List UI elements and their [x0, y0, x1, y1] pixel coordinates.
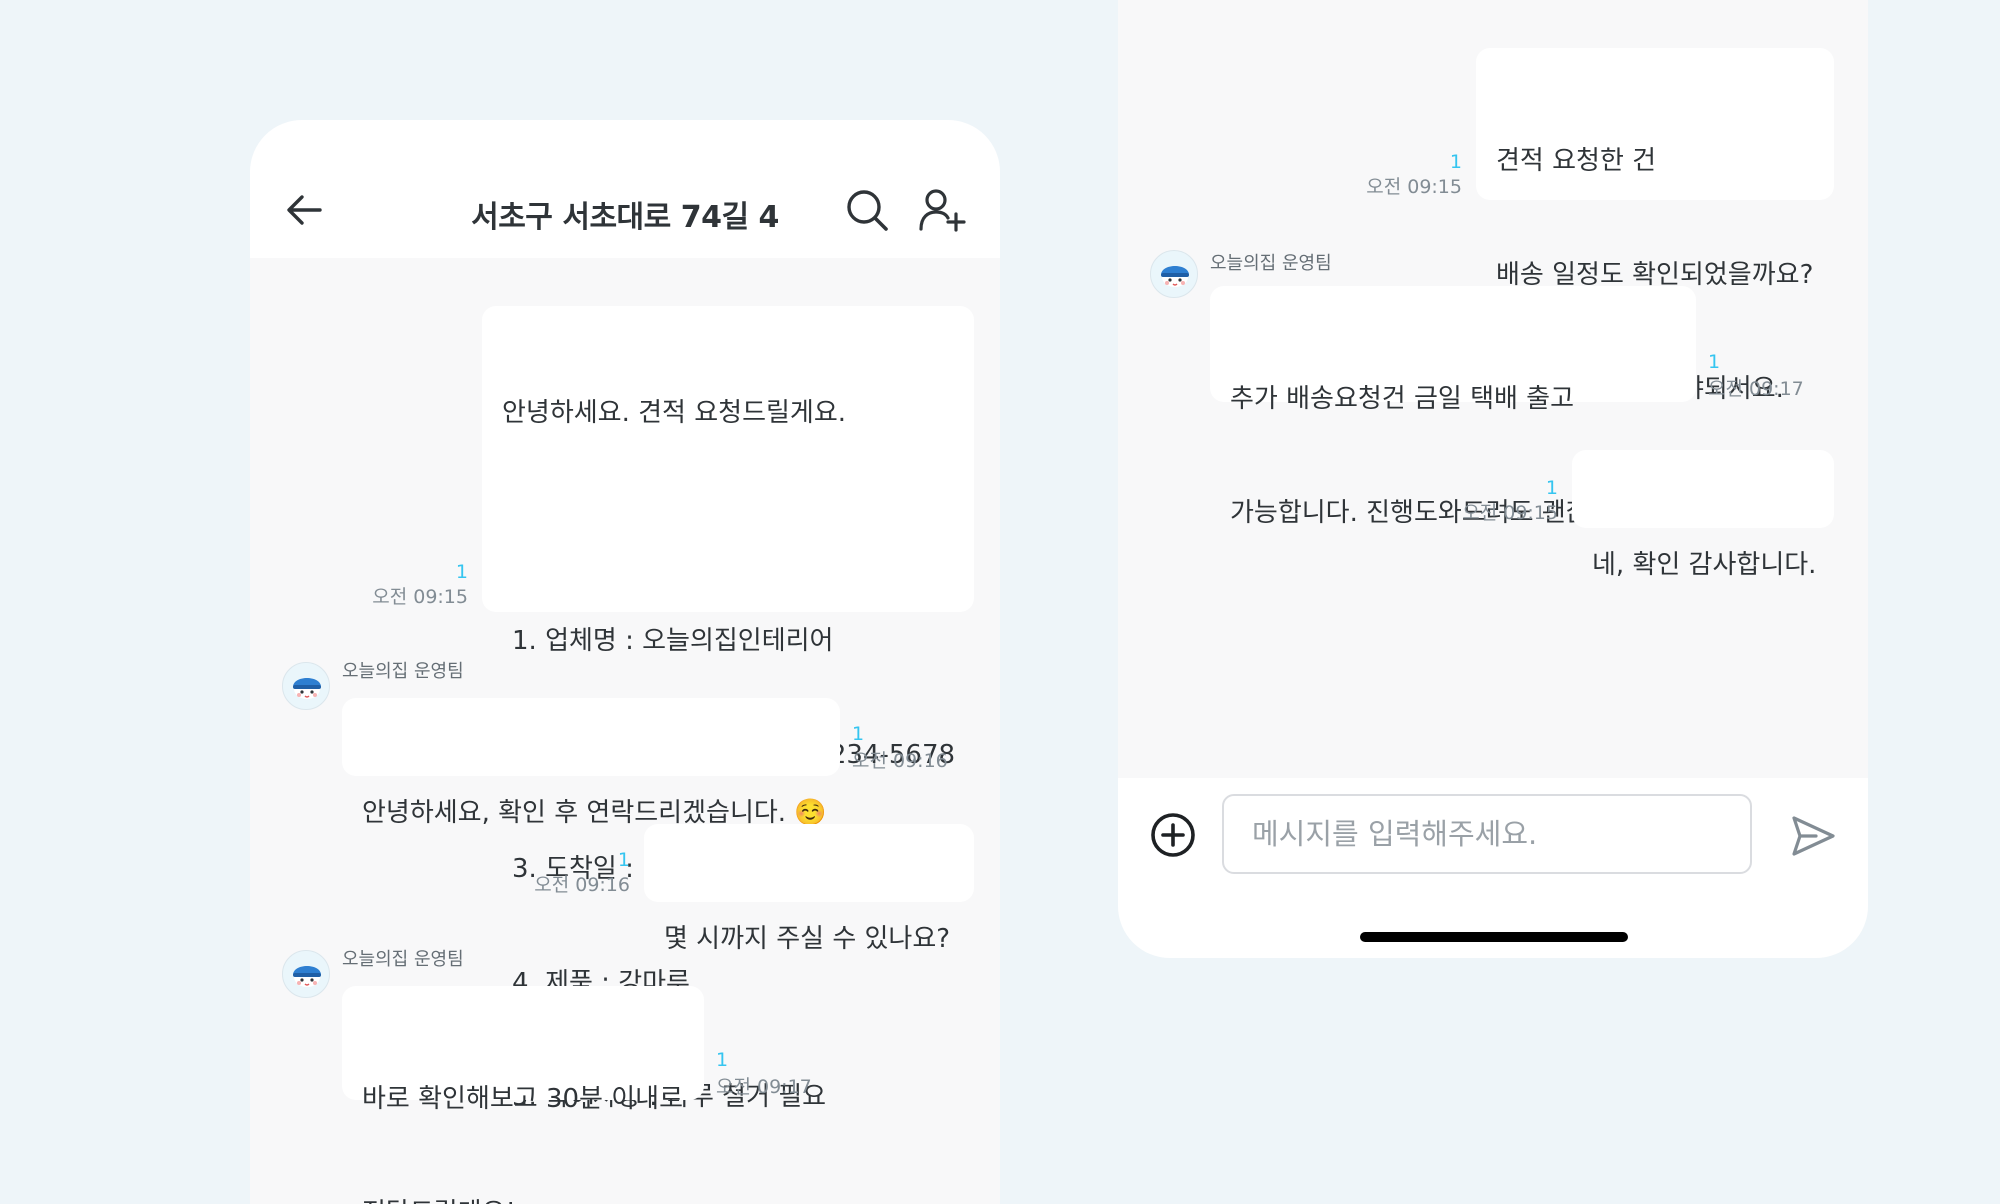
message-timestamp: 오전 09:15	[1366, 176, 1462, 198]
operator-avatar-icon	[293, 678, 321, 699]
read-count: 1	[1708, 351, 1721, 373]
plus-circle-icon[interactable]	[1150, 812, 1196, 858]
message-line: 1. 업체명 : 오늘의집인테리어	[512, 626, 834, 656]
message-timestamp: 오전 09:15	[1462, 502, 1558, 524]
read-count: 1	[852, 723, 865, 745]
message-line: 바로 확인해보고 30분 이내로	[362, 1084, 683, 1114]
search-icon[interactable]	[845, 188, 889, 232]
read-count: 1	[455, 561, 468, 583]
message-line: 견적 요청한 건	[1496, 146, 1657, 176]
message-bubble-received: 추가 배송요청건 금일 택배 출고 가능합니다. 진행도와드려도 괜찮을까요?	[1210, 286, 1696, 528]
message-bubble-sent: 몇 시까지 주실 수 있나요?	[644, 824, 974, 954]
message-composer	[1118, 778, 1868, 958]
read-count: 1	[1545, 477, 1558, 499]
avatar	[282, 662, 330, 710]
avatar	[282, 950, 330, 998]
home-indicator	[1360, 932, 1628, 942]
message-bubble-sent: 안녕하세요. 견적 요청드릴게요. 1. 업체명 : 오늘의집인테리어 2. 현…	[482, 306, 974, 1112]
message-line: 전달드릴게요!	[362, 1194, 684, 1204]
message-timestamp: 오전 09:15	[372, 586, 468, 608]
message-bubble-sent: 네, 확인 감사합니다.	[1572, 450, 1834, 580]
message-timestamp: 오전 09:16	[852, 750, 948, 772]
message-line: 몇 시까지 주실 수 있나요?	[664, 924, 951, 954]
sender-name: 오늘의집 운영팀	[1210, 253, 1332, 274]
message-input[interactable]	[1222, 794, 1752, 874]
sender-name: 오늘의집 운영팀	[342, 661, 464, 682]
read-count: 1	[1449, 151, 1462, 173]
read-count: 1	[716, 1049, 729, 1071]
operator-avatar-icon	[1161, 266, 1189, 287]
send-icon[interactable]	[1790, 814, 1836, 858]
message-timestamp: 오전 09:16	[534, 874, 630, 896]
message-bubble-received: 안녕하세요, 확인 후 연락드리겠습니다. ☺️	[342, 698, 840, 828]
message-timestamp: 오전 09:17	[1708, 378, 1804, 400]
message-line	[502, 508, 954, 546]
sender-name: 오늘의집 운영팀	[342, 949, 464, 970]
message-bubble-sent: 견적 요청한 건 배송 일정도 확인되었을까요? 오늘 바로 받아봐야되서요.	[1476, 48, 1834, 404]
chat-screen-left: 서초구 서초대로 74길 4 안녕하세요. 견적 요청드릴게요. 1. 업체명 …	[250, 120, 1000, 1204]
message-line: 추가 배송요청건 금일 택배 출고	[1230, 384, 1575, 414]
message-timestamp: 오전 09:17	[716, 1076, 812, 1098]
chat-header: 서초구 서초대로 74길 4	[250, 120, 1000, 258]
read-count: 1	[617, 849, 630, 871]
message-bubble-received: 바로 확인해보고 30분 이내로 전달드릴게요!	[342, 986, 704, 1204]
operator-avatar-icon	[293, 966, 321, 987]
avatar	[1150, 250, 1198, 298]
message-line: 안녕하세요. 견적 요청드릴게요.	[502, 398, 847, 428]
chat-screen-right: 견적 요청한 건 배송 일정도 확인되었을까요? 오늘 바로 받아봐야되서요. …	[1118, 0, 1868, 958]
message-line: 네, 확인 감사합니다.	[1592, 550, 1817, 580]
user-plus-icon[interactable]	[919, 188, 967, 232]
